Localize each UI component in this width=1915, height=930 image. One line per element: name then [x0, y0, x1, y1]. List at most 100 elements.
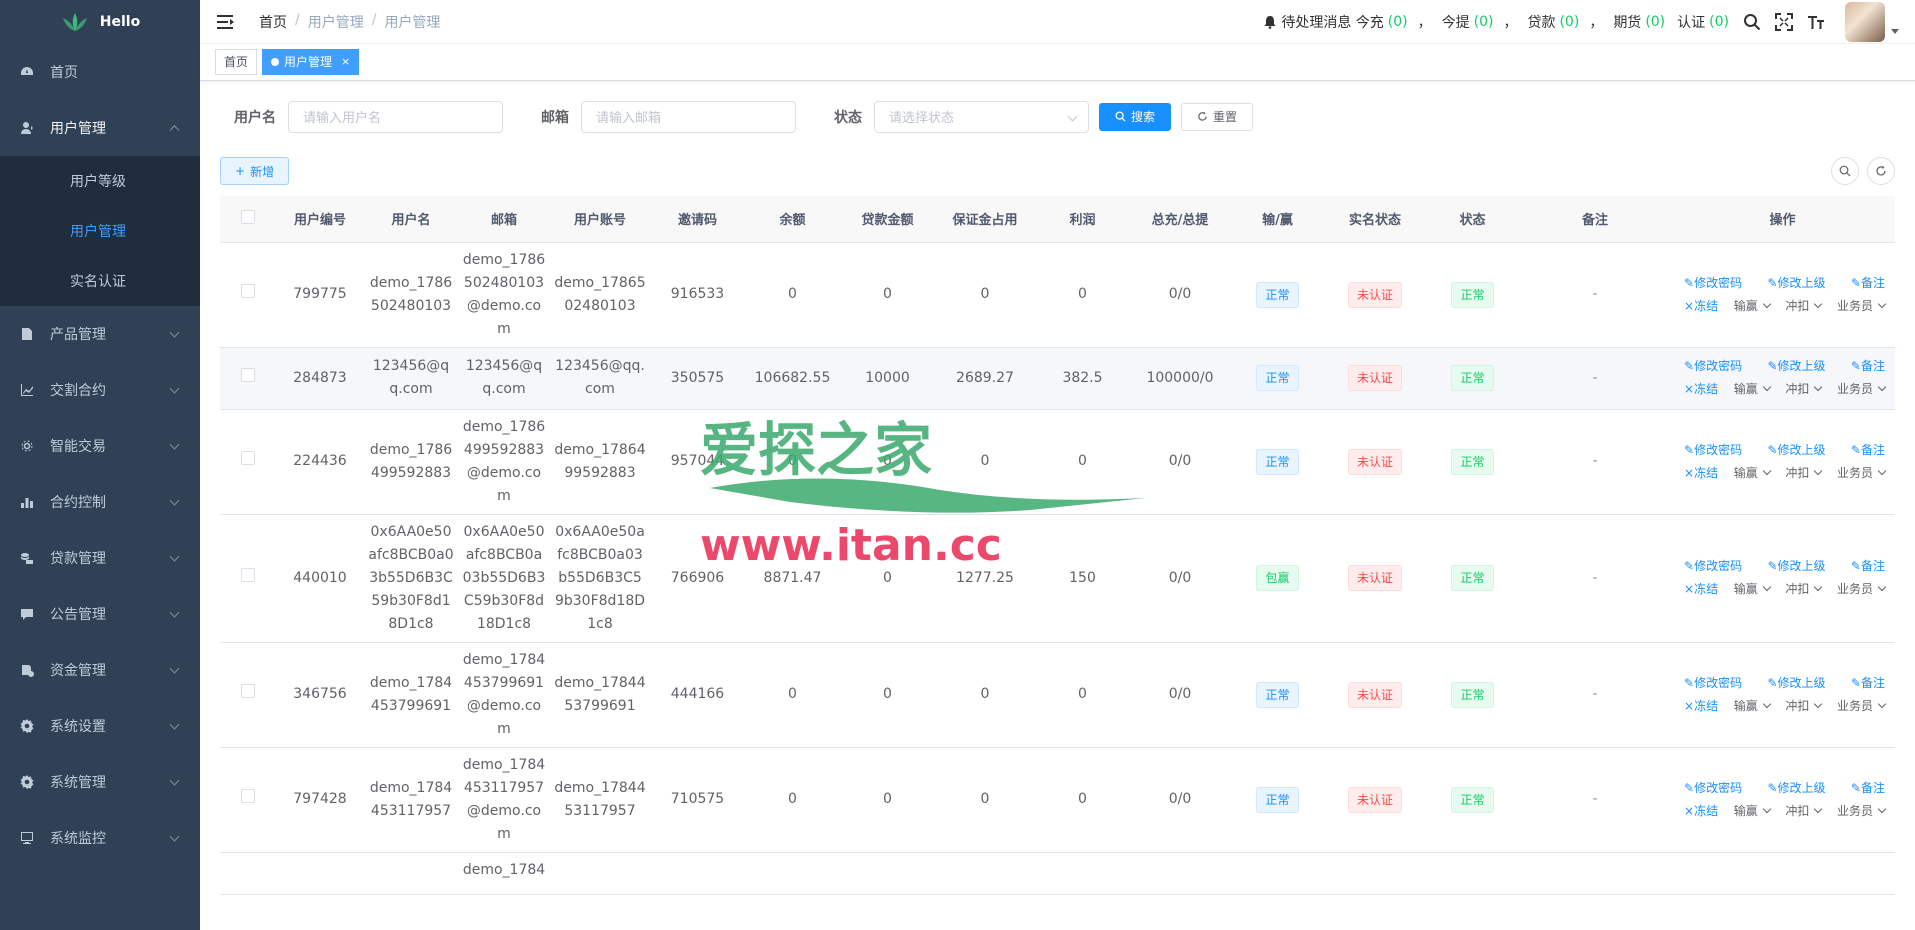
win-lose-dropdown[interactable]: 输赢: [1734, 295, 1770, 318]
edit-parent-link[interactable]: ✎修改上级: [1767, 272, 1825, 295]
cell-account: demo_1786​499592883: [550, 409, 650, 515]
edit-parent-link[interactable]: ✎修改上级: [1767, 777, 1825, 800]
sidebar-item-10[interactable]: 系统管理: [0, 754, 200, 810]
app-logo[interactable]: Hello: [0, 0, 200, 44]
auth-badge: 未认证: [1347, 448, 1402, 475]
reset-button[interactable]: 重置: [1181, 102, 1254, 131]
agent-dropdown[interactable]: 业务员: [1837, 800, 1885, 823]
sidebar-item-9[interactable]: 系统设置: [0, 698, 200, 754]
deduct-dropdown[interactable]: 冲扣: [1785, 578, 1821, 601]
msg-futures-label: 期货: [1613, 15, 1642, 31]
edit-parent-link[interactable]: ✎修改上级: [1767, 672, 1825, 695]
submenu-item-0[interactable]: 用户等级: [0, 156, 200, 206]
freeze-link[interactable]: ×冻结: [1684, 295, 1718, 318]
agent-dropdown[interactable]: 业务员: [1837, 462, 1885, 485]
breadcrumb-home[interactable]: 首页: [259, 12, 287, 32]
sidebar-item-2[interactable]: 产品管理: [0, 306, 200, 362]
row-checkbox[interactable]: [241, 367, 255, 382]
edit-password-link[interactable]: ✎修改密码: [1684, 355, 1742, 378]
tag-home[interactable]: 首页: [215, 49, 258, 75]
cell-id: 284873: [276, 347, 364, 410]
win-lose-dropdown[interactable]: 输赢: [1734, 695, 1770, 718]
edit-password-link[interactable]: ✎修改密码: [1684, 439, 1742, 462]
freeze-link[interactable]: ×冻结: [1684, 462, 1718, 485]
sidebar-item-5[interactable]: 合约控制: [0, 474, 200, 530]
remark-link[interactable]: ✎备注: [1851, 555, 1885, 578]
edit-password-link[interactable]: ✎修改密码: [1684, 777, 1742, 800]
cell-username: demo_17865​02480103: [364, 242, 458, 348]
pending-messages[interactable]: 待处理消息 今充 (0) ， 今提 (0) ， 贷款 (0) ， 期货 (0) …: [1263, 12, 1729, 32]
deduct-dropdown[interactable]: 冲扣: [1785, 295, 1821, 318]
sidebar-item-0[interactable]: 首页: [0, 44, 200, 100]
edit-parent-link[interactable]: ✎修改上级: [1767, 555, 1825, 578]
win-lose-dropdown[interactable]: 输赢: [1734, 462, 1770, 485]
username-input[interactable]: 请输入用户名: [288, 100, 503, 133]
sidebar-item-label: 系统监控: [50, 831, 106, 847]
cell-balance: 0: [745, 242, 840, 348]
column-header: 保证金占用: [935, 196, 1035, 243]
select-all-header[interactable]: [220, 196, 276, 243]
deduct-dropdown[interactable]: 冲扣: [1785, 378, 1821, 401]
plus-icon: +: [235, 164, 246, 178]
user-menu[interactable]: [1839, 2, 1899, 42]
cell-profit: 0: [1035, 242, 1130, 348]
refresh-icon[interactable]: [1867, 157, 1895, 185]
edit-password-link[interactable]: ✎修改密码: [1684, 272, 1742, 295]
tag-user-management[interactable]: 用户管理 ×: [262, 49, 360, 75]
close-icon[interactable]: ×: [341, 50, 350, 74]
sidebar-item-7[interactable]: 公告管理: [0, 586, 200, 642]
remark-link[interactable]: ✎备注: [1851, 672, 1885, 695]
toggle-search-icon[interactable]: [1831, 157, 1859, 185]
row-select-cell: [220, 747, 276, 853]
fullscreen-icon[interactable]: [1775, 13, 1793, 31]
row-checkbox[interactable]: [241, 567, 255, 582]
submenu-item-2[interactable]: 实名认证: [0, 256, 200, 306]
freeze-link[interactable]: ×冻结: [1684, 800, 1718, 823]
remark-link[interactable]: ✎备注: [1851, 355, 1885, 378]
sidebar-item-label: 智能交易: [50, 439, 106, 455]
chevron-down-icon: [169, 775, 180, 786]
winlose-badge: 正常: [1256, 365, 1299, 391]
remark-link[interactable]: ✎备注: [1851, 439, 1885, 462]
deduct-dropdown[interactable]: 冲扣: [1785, 800, 1821, 823]
font-size-icon[interactable]: [1807, 13, 1825, 31]
sidebar-item-11[interactable]: 系统监控: [0, 810, 200, 866]
row-checkbox[interactable]: [241, 451, 255, 465]
row-checkbox[interactable]: [241, 684, 255, 698]
deduct-dropdown[interactable]: 冲扣: [1785, 462, 1821, 485]
agent-dropdown[interactable]: 业务员: [1837, 578, 1885, 601]
search-button[interactable]: 搜索: [1099, 102, 1172, 131]
agent-dropdown[interactable]: 业务员: [1837, 695, 1885, 718]
email-input[interactable]: 请输入邮箱: [581, 100, 796, 133]
status-select[interactable]: 请选择状态: [874, 100, 1089, 133]
deduct-dropdown[interactable]: 冲扣: [1785, 695, 1821, 718]
win-lose-dropdown[interactable]: 输赢: [1734, 578, 1770, 601]
agent-dropdown[interactable]: 业务员: [1837, 378, 1885, 401]
row-checkbox[interactable]: [241, 789, 255, 803]
search-icon[interactable]: [1743, 13, 1761, 31]
cell-username: demo_17844​53117957: [364, 747, 458, 853]
submenu-item-1[interactable]: 用户管理: [0, 206, 200, 256]
row-checkbox[interactable]: [241, 284, 255, 298]
edit-parent-link[interactable]: ✎修改上级: [1767, 439, 1825, 462]
freeze-link[interactable]: ×冻结: [1684, 578, 1718, 601]
edit-parent-link[interactable]: ✎修改上级: [1767, 355, 1825, 378]
freeze-link[interactable]: ×冻结: [1684, 378, 1718, 401]
edit-password-link[interactable]: ✎修改密码: [1684, 555, 1742, 578]
sidebar-item-6[interactable]: 贷款管理: [0, 530, 200, 586]
hamburger-icon[interactable]: [217, 14, 235, 30]
edit-password-link[interactable]: ✎修改密码: [1684, 672, 1742, 695]
select-all-checkbox[interactable]: [241, 209, 255, 224]
freeze-link[interactable]: ×冻结: [1684, 695, 1718, 718]
sidebar-item-4[interactable]: 智能交易: [0, 418, 200, 474]
remark-link[interactable]: ✎备注: [1851, 272, 1885, 295]
win-lose-dropdown[interactable]: 输赢: [1734, 378, 1770, 401]
sidebar-item-3[interactable]: 交割合约: [0, 362, 200, 418]
sidebar-item-8[interactable]: 资金管理: [0, 642, 200, 698]
breadcrumb: 首页 / 用户管理 / 用户管理: [259, 12, 440, 32]
win-lose-dropdown[interactable]: 输赢: [1734, 800, 1770, 823]
sidebar-item-1[interactable]: 用户管理: [0, 100, 200, 156]
remark-link[interactable]: ✎备注: [1851, 777, 1885, 800]
add-button[interactable]: + 新增: [220, 157, 290, 185]
agent-dropdown[interactable]: 业务员: [1837, 295, 1885, 318]
